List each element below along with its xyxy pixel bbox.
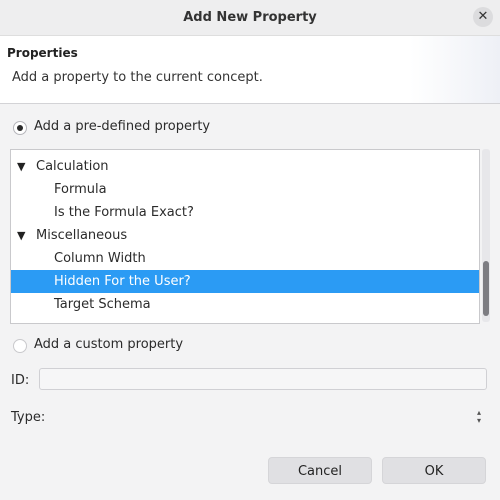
tree-group-label: Calculation <box>36 159 109 174</box>
property-tree[interactable]: ▼ Calculation Formula Is the Formula Exa… <box>10 149 480 324</box>
select-updown-icon[interactable]: ▴ ▾ <box>474 409 484 425</box>
tree-item-label: Hidden For the User? <box>54 274 191 289</box>
cancel-button[interactable]: Cancel <box>268 457 372 484</box>
tree-item-label: Column Width <box>54 251 146 266</box>
tree-group-miscellaneous[interactable]: ▼ Miscellaneous <box>11 224 479 247</box>
tree-item-formula[interactable]: Formula <box>11 178 479 201</box>
tree-item-label: Formula <box>54 182 107 197</box>
header-description: Add a property to the current concept. <box>12 70 263 85</box>
close-icon: ✕ <box>477 9 489 24</box>
id-input[interactable] <box>39 368 487 390</box>
ok-button[interactable]: OK <box>382 457 486 484</box>
tree-item-formula-exact[interactable]: Is the Formula Exact? <box>11 201 479 224</box>
header-panel: Properties Add a property to the current… <box>0 36 500 104</box>
predefined-property-label[interactable]: Add a pre-defined property <box>34 119 210 134</box>
tree-item-hidden-for-user[interactable]: Hidden For the User? <box>11 270 479 293</box>
custom-property-label[interactable]: Add a custom property <box>34 337 183 352</box>
scrollbar-thumb[interactable] <box>483 261 489 316</box>
tree-item-label: Target Schema <box>54 297 151 312</box>
dialog-titlebar: Add New Property ✕ <box>0 0 500 36</box>
tree-item-column-width[interactable]: Column Width <box>11 247 479 270</box>
tree-group-calculation[interactable]: ▼ Calculation <box>11 155 479 178</box>
expand-triangle-icon[interactable]: ▼ <box>17 155 25 178</box>
header-title: Properties <box>7 46 78 60</box>
id-label: ID: <box>11 373 30 388</box>
expand-triangle-icon[interactable]: ▼ <box>17 224 25 247</box>
predefined-property-radio[interactable] <box>13 121 27 135</box>
dialog-title: Add New Property <box>183 10 317 25</box>
custom-property-radio[interactable] <box>13 339 27 353</box>
tree-item-label: Is the Formula Exact? <box>54 205 194 220</box>
tree-scrollbar[interactable] <box>482 149 490 322</box>
type-select[interactable] <box>39 406 489 430</box>
close-button[interactable]: ✕ <box>473 7 493 27</box>
tree-group-label: Miscellaneous <box>36 228 128 243</box>
tree-item-target-schema[interactable]: Target Schema <box>11 293 479 316</box>
